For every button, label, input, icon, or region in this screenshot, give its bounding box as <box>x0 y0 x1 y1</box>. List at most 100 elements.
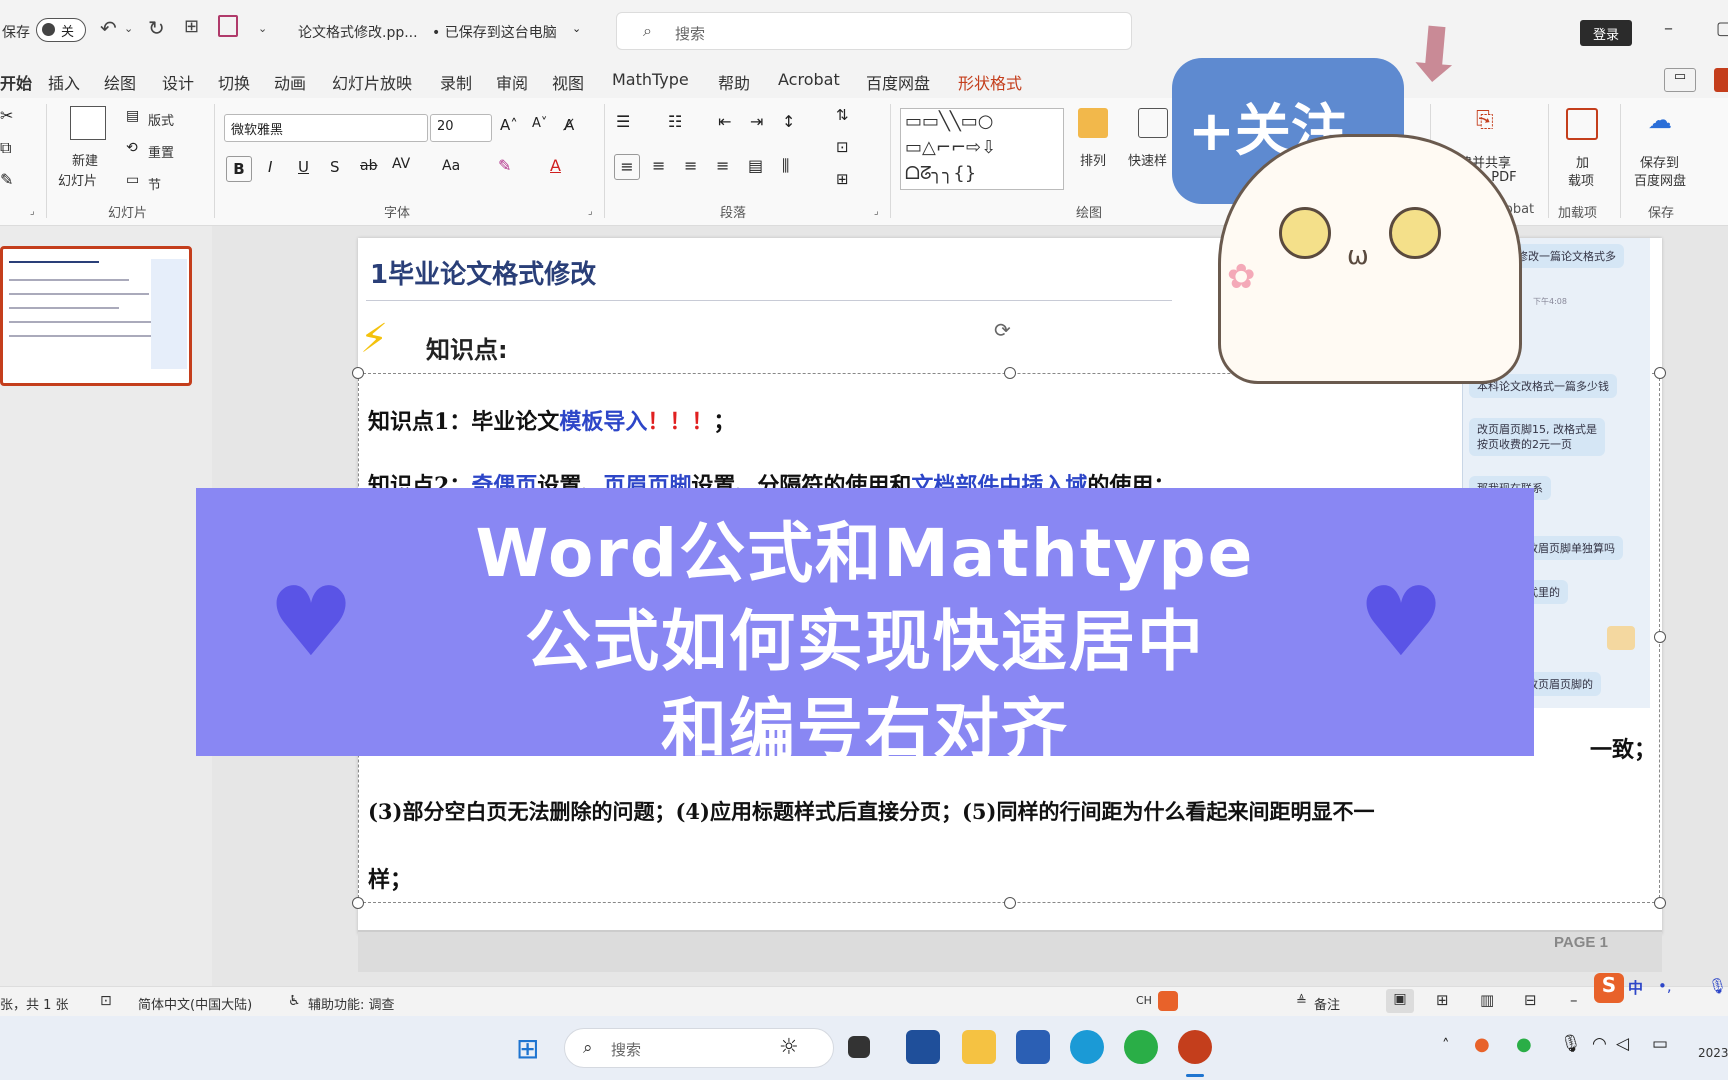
redo-icon[interactable]: ↻ <box>148 16 165 40</box>
slide-sorter-icon[interactable]: ⊞ <box>1436 991 1449 1009</box>
normal-view-icon[interactable]: ▣ <box>1386 989 1414 1013</box>
login-button[interactable]: 登录 <box>1580 20 1632 46</box>
bullets-icon[interactable]: ☰ <box>616 112 630 131</box>
resize-handle[interactable] <box>1654 631 1666 643</box>
tab-help[interactable]: 帮助 <box>718 70 750 94</box>
notes-label[interactable]: 备注 <box>1314 994 1340 1013</box>
addins-icon[interactable] <box>1566 108 1598 140</box>
customize-toolbar-icon[interactable]: ⌄ <box>258 22 267 35</box>
clear-format-icon[interactable]: A̸ <box>564 116 574 134</box>
ime-punct-icon[interactable]: •, <box>1658 977 1672 995</box>
char-spacing-icon[interactable]: AV <box>392 156 410 172</box>
resize-handle[interactable] <box>352 367 364 379</box>
maximize-icon[interactable]: ▢ <box>1716 18 1728 39</box>
start-icon[interactable]: ⊞ <box>516 1032 539 1065</box>
file-explorer-icon[interactable] <box>962 1030 996 1064</box>
slide-count[interactable]: 张，共 1 张 <box>0 994 69 1013</box>
tab-shape-format[interactable]: 形状格式 <box>958 70 1022 94</box>
store-app-icon[interactable] <box>906 1030 940 1064</box>
align-text-icon[interactable]: ⊡ <box>836 138 849 156</box>
resize-handle[interactable] <box>352 897 364 909</box>
increase-font-icon[interactable]: A˄ <box>500 116 518 134</box>
undo-dropdown-icon[interactable]: ⌄ <box>124 22 133 35</box>
tab-animations[interactable]: 动画 <box>274 70 306 94</box>
bold-icon[interactable]: B <box>226 156 252 182</box>
section-label[interactable]: 节 <box>148 174 161 193</box>
section-icon[interactable]: ▭ <box>126 172 139 188</box>
saved-status[interactable]: • 已保存到这台电脑 <box>432 22 557 42</box>
align-center-icon[interactable]: ≡ <box>652 156 665 175</box>
paragraph-launcher-icon[interactable]: ⌟ <box>874 206 879 217</box>
decrease-indent-icon[interactable]: ⇤ <box>718 112 731 131</box>
smartart-icon[interactable]: ⊞ <box>836 170 849 188</box>
cut-icon[interactable]: ✂ <box>0 106 13 125</box>
quick-styles-icon[interactable] <box>1138 108 1168 138</box>
problems-line-tail[interactable]: 样； <box>368 862 412 894</box>
baidu-netdisk-label[interactable]: 百度网盘 <box>1634 170 1686 189</box>
layout-label[interactable]: 版式 <box>148 110 174 129</box>
tab-view[interactable]: 视图 <box>552 70 584 94</box>
text-direction-icon[interactable]: ⇅ <box>836 106 849 124</box>
tab-design[interactable]: 设计 <box>162 70 194 94</box>
arrange-icon[interactable] <box>1078 108 1108 138</box>
numbering-icon[interactable]: ☷ <box>668 112 682 131</box>
format-painter-icon[interactable]: ✎ <box>0 170 13 189</box>
tab-acrobat[interactable]: Acrobat <box>778 70 840 89</box>
tab-baidu-netdisk[interactable]: 百度网盘 <box>866 70 930 94</box>
chevron-down-icon[interactable]: ⌄ <box>572 22 581 35</box>
undo-icon[interactable]: ↶ <box>100 16 117 40</box>
wifi-icon[interactable]: ◠ <box>1592 1034 1607 1054</box>
align-left-icon[interactable]: ≡ <box>614 154 640 180</box>
share-button[interactable] <box>1714 68 1728 92</box>
slide-thumbnail-1[interactable] <box>0 246 192 386</box>
zoom-out-icon[interactable]: – <box>1570 991 1578 1009</box>
tab-record[interactable]: 录制 <box>440 70 472 94</box>
ime-label[interactable]: CH <box>1136 994 1152 1007</box>
resize-handle[interactable] <box>1654 367 1666 379</box>
resize-handle[interactable] <box>1654 897 1666 909</box>
addins-label2[interactable]: 载项 <box>1568 170 1594 189</box>
strikethrough-icon[interactable]: ab <box>360 158 377 174</box>
quick-styles-label[interactable]: 快速样 <box>1128 150 1167 169</box>
arrange-label[interactable]: 排列 <box>1080 150 1106 169</box>
consistent-line-tail[interactable]: 一致； <box>1590 732 1656 764</box>
addins-label[interactable]: 加 <box>1576 152 1589 171</box>
task-view-icon[interactable] <box>848 1036 870 1058</box>
justify-icon[interactable]: ≡ <box>716 156 729 175</box>
copy-icon[interactable]: ⧉ <box>0 138 11 158</box>
battery-icon[interactable]: ▭ <box>1652 1034 1668 1054</box>
baidu-cloud-icon[interactable]: ☁ <box>1648 106 1672 134</box>
line-spacing-icon[interactable]: ↕ <box>782 112 795 131</box>
resize-handle[interactable] <box>1004 367 1016 379</box>
distributed-icon[interactable]: ▤ <box>748 156 763 175</box>
tab-transitions[interactable]: 切换 <box>218 70 250 94</box>
tray-mic-icon[interactable]: 🎙 <box>1560 1034 1582 1054</box>
powerpoint-app-icon[interactable] <box>1178 1030 1212 1064</box>
sogou-ime-icon[interactable] <box>1158 991 1178 1011</box>
tray-app-icon[interactable]: ● <box>1474 1034 1490 1055</box>
new-slide-sublabel[interactable]: 幻灯片 <box>58 170 97 189</box>
font-color-icon[interactable]: A <box>550 156 561 175</box>
highlight-icon[interactable]: ✎ <box>498 156 511 175</box>
shapes-gallery[interactable]: ▭▭╲╲▭○ ▭△⌐⌐⇨⇩ ᗝᘔ╮╮{} <box>900 108 1064 190</box>
accessibility-icon[interactable]: ♿ <box>288 993 301 1009</box>
slideshow-view-icon[interactable]: ⊟ <box>1524 991 1537 1009</box>
resize-handle[interactable] <box>1004 897 1016 909</box>
edge-browser-icon[interactable] <box>1070 1030 1104 1064</box>
spellcheck-icon[interactable]: ⊡ <box>100 993 112 1009</box>
reading-view-icon[interactable]: ▥ <box>1480 991 1494 1009</box>
reset-label[interactable]: 重置 <box>148 142 174 161</box>
tray-chevron-icon[interactable]: ˄ <box>1442 1036 1450 1054</box>
align-right-icon[interactable]: ≡ <box>684 156 697 175</box>
layout-icon[interactable]: ▤ <box>126 108 139 124</box>
clock-year[interactable]: 2023 <box>1698 1046 1728 1060</box>
ime-mic-icon[interactable]: 🎙 <box>1708 977 1727 995</box>
change-case-icon[interactable]: Aa <box>442 158 460 174</box>
tray-wechat-icon[interactable]: ● <box>1516 1034 1532 1055</box>
volume-icon[interactable]: ◁ <box>1616 1034 1629 1054</box>
autosave-toggle[interactable]: 关 <box>36 18 86 42</box>
decrease-font-icon[interactable]: A˅ <box>532 116 547 131</box>
present-icon[interactable]: ⊞ <box>184 16 199 37</box>
tab-slideshow[interactable]: 幻灯片放映 <box>332 70 412 94</box>
comments-icon[interactable]: ▭ <box>1664 68 1696 92</box>
